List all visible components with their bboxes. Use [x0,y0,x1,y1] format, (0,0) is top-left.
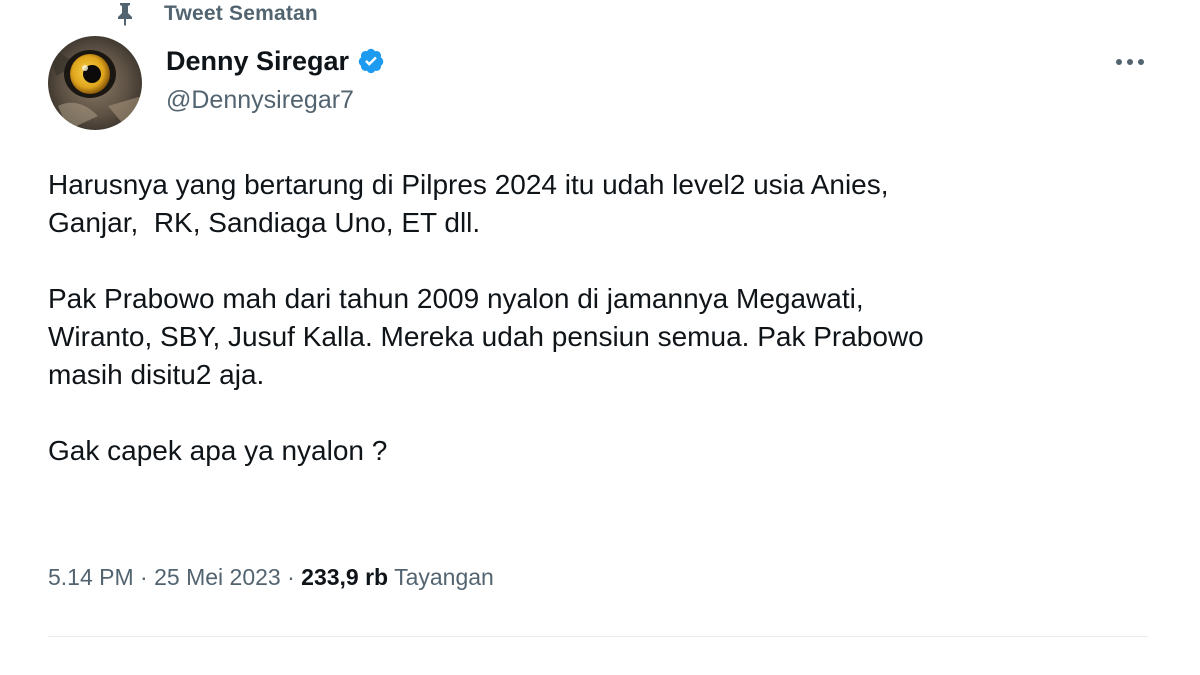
tweet-meta: 5.14 PM · 25 Mei 2023 · 233,9 rb Tayanga… [48,564,494,591]
more-options-icon[interactable] [1110,50,1150,74]
avatar[interactable] [48,36,142,130]
author-handle[interactable]: @Dennysiregar7 [166,86,387,115]
tweet-paragraph: Gak capek apa ya nyalon ? [48,435,388,466]
pin-icon [112,1,138,27]
pinned-indicator: Tweet Sematan [112,0,318,28]
tweet-paragraph: Pak Prabowo mah dari tahun 2009 nyalon d… [48,283,924,390]
views-count: 233,9 rb [301,564,389,590]
tweet-date[interactable]: 25 Mei 2023 [154,564,281,591]
tweet-paragraph: Harusnya yang bertarung di Pilpres 2024 … [48,169,889,238]
divider [48,636,1148,637]
verified-badge-icon [357,46,387,76]
author-block: Denny Siregar @Dennysiregar7 [166,44,387,115]
tweet-text: Harusnya yang bertarung di Pilpres 2024 … [48,166,1148,470]
views-label: Tayangan [388,564,494,590]
meta-separator: · [133,564,155,590]
author-display-name[interactable]: Denny Siregar [166,46,349,77]
owl-eye-avatar-image [48,36,142,130]
tweet-time[interactable]: 5.14 PM [48,564,134,591]
pinned-label: Tweet Sematan [164,2,318,25]
meta-separator: · [280,564,302,590]
